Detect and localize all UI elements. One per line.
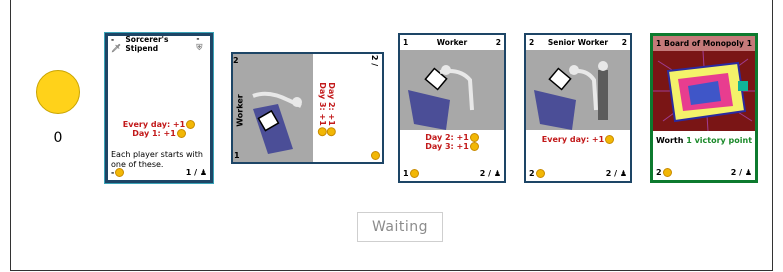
card-footer: - 1 / ♟ xyxy=(111,166,207,178)
coin-icon xyxy=(535,168,545,178)
coin-icon xyxy=(409,168,419,178)
card-footer: 1 2 / ♟ xyxy=(403,167,501,179)
card-senior-worker[interactable]: 2 Senior Worker 2 Every day: +1 2 2 / ♟ xyxy=(524,33,632,183)
card-sorcerers-stipend[interactable]: - 🗡 Sorcerer's Stipend - ⛨ Every day: +1… xyxy=(105,33,213,183)
card-header: 2 Senior Worker 2 xyxy=(526,35,630,50)
card-effects: Worth 1 victory point xyxy=(655,136,753,145)
person-icon: ♟ xyxy=(199,167,207,177)
card-art xyxy=(653,51,755,131)
card-title: Board of Monopoly xyxy=(664,39,744,48)
card-count: 1 / xyxy=(185,167,198,177)
card-count: 2 / xyxy=(730,167,743,177)
card-title-vertical: Worker xyxy=(235,93,245,127)
card-top-right: - xyxy=(196,34,200,43)
coin-icon xyxy=(36,70,80,114)
card-top-left: 1 xyxy=(403,38,409,47)
person-icon: ♟ xyxy=(493,168,501,178)
card-effects: Day 2: +1 Day 3: +1 xyxy=(317,82,337,136)
card-art xyxy=(400,50,504,130)
card-top-right: 2 xyxy=(621,38,627,47)
person-icon: ♟ xyxy=(619,168,627,178)
card-cost xyxy=(370,151,380,160)
card-worker[interactable]: 1 Worker 2 Day 2: +1 Day 3: +1 1 2 / ♟ xyxy=(398,33,506,183)
card-cost: 1 xyxy=(403,168,409,178)
card-title: Sorcerer's Stipend xyxy=(125,34,169,53)
card-title: Senior Worker xyxy=(547,38,609,47)
card-top-left: 2 xyxy=(529,38,535,47)
card-count: 2 / xyxy=(605,168,618,178)
coin-icon xyxy=(115,167,125,177)
worker-art xyxy=(408,65,474,130)
card-cost: 2 xyxy=(529,168,535,178)
card-header: - 🗡 Sorcerer's Stipend - ⛨ xyxy=(108,34,210,53)
card-header: 1 Board of Monopoly 1 xyxy=(653,36,755,51)
card-effect-line: Every day: +1 xyxy=(122,120,186,129)
card-effects: Every day: +1 xyxy=(526,135,630,167)
coin-icon xyxy=(662,167,672,177)
card-top-left: - xyxy=(111,34,115,44)
card-count: 2 / xyxy=(479,168,492,178)
card-cost: - xyxy=(111,167,115,177)
card-art xyxy=(526,50,630,130)
card-worker-rotated[interactable]: 2 Worker 1 Day 2: +1 Day 3: +1 2 / xyxy=(231,52,384,164)
coin-count: 0 xyxy=(53,130,63,146)
card-top-left: 2 xyxy=(233,56,239,65)
card-count: 2 / xyxy=(369,54,379,67)
card-title: Worker xyxy=(436,38,468,47)
senior-worker-art xyxy=(534,61,608,130)
card-top-left: 1 xyxy=(656,39,662,48)
person-icon: ♟ xyxy=(744,167,752,177)
waiting-button[interactable]: Waiting xyxy=(357,212,443,242)
coin-icon xyxy=(176,129,186,138)
coin-icon xyxy=(469,133,479,142)
coin-icon xyxy=(371,151,380,160)
coin-icon xyxy=(186,120,196,129)
card-header: 1 Worker 2 xyxy=(400,35,504,50)
card-board-of-monopoly[interactable]: 1 Board of Monopoly 1 Worth 1 victory po… xyxy=(650,33,758,183)
card-footer: 2 2 / ♟ xyxy=(529,167,627,179)
monopoly-board-art xyxy=(653,51,755,131)
card-effects: Day 2: +1 Day 3: +1 xyxy=(400,133,504,167)
coin-icon xyxy=(469,142,479,151)
card-top-right: 2 xyxy=(495,38,501,47)
coin-icon xyxy=(605,135,615,144)
card-effects: Every day: +1 Day 1: +1 xyxy=(108,120,210,138)
card-top-left-bottom: 1 xyxy=(234,151,240,160)
card-top-right: 1 xyxy=(746,39,752,48)
card-cost: 2 xyxy=(656,167,662,177)
player-coins: 0 xyxy=(36,70,80,146)
card-footer: 2 2 / ♟ xyxy=(656,166,752,178)
card-effect-line: Day 1: +1 xyxy=(132,129,176,138)
card-art-blank xyxy=(108,51,210,121)
